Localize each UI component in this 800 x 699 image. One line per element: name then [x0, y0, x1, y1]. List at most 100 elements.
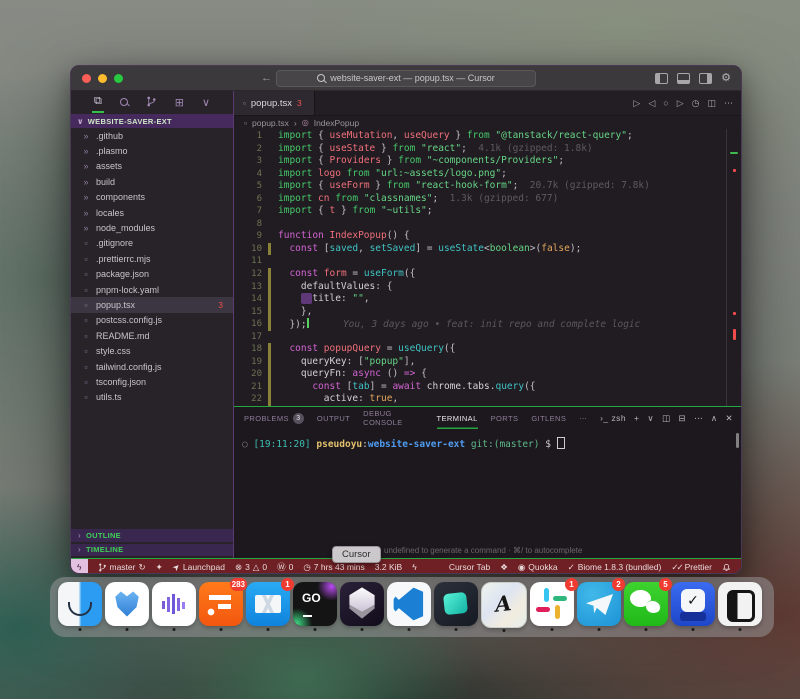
maximize-panel-icon[interactable]: ∧: [711, 413, 718, 424]
toggle-primary-sidebar-icon[interactable]: [655, 73, 668, 84]
file-tailwind.config.js[interactable]: ▫tailwind.config.js: [71, 359, 233, 374]
prev-change-icon[interactable]: ◁: [648, 98, 655, 109]
window-titlebar[interactable]: ← → website-saver-ext — popup.tsx — Curs…: [71, 66, 741, 91]
new-terminal-icon[interactable]: +: [634, 413, 639, 423]
line-number: 5: [234, 180, 268, 193]
outline-section[interactable]: › OUTLINE: [71, 529, 233, 542]
panel-tab-problems[interactable]: PROBLEMS3: [244, 407, 304, 429]
running-indicator: [739, 628, 742, 631]
command-center-search[interactable]: website-saver-ext — popup.tsx — Cursor: [276, 70, 536, 87]
file-.prettierrc.mjs[interactable]: ▫.prettierrc.mjs: [71, 251, 233, 266]
folder-locales[interactable]: »locales: [71, 205, 233, 220]
w-counter[interactable]: Ⓦ0: [277, 561, 293, 573]
close-button[interactable]: [82, 74, 91, 83]
dock-tasks-app[interactable]: [671, 582, 715, 626]
panel-more-icon[interactable]: ⋯: [694, 413, 703, 424]
file-popup.tsx[interactable]: ▫popup.tsx3: [71, 297, 233, 312]
dock-warp-terminal[interactable]: [434, 582, 478, 626]
time-tracked[interactable]: ◷7 hrs 43 mins: [303, 562, 364, 573]
panel-tab-terminal[interactable]: TERMINAL: [437, 407, 478, 429]
dock-slack[interactable]: 1: [530, 582, 574, 626]
biome[interactable]: ✓Biome 1.8.3 (bundled): [568, 562, 662, 573]
folder-node_modules[interactable]: »node_modules: [71, 220, 233, 235]
file-style.css[interactable]: ▫style.css: [71, 343, 233, 358]
dock-notes-app[interactable]: [718, 582, 762, 626]
dock-wechat[interactable]: 5: [624, 582, 668, 626]
shell-selector[interactable]: ›_zsh: [600, 413, 626, 423]
search-icon[interactable]: [118, 94, 130, 112]
dock-vscode[interactable]: [387, 582, 431, 626]
folder-assets[interactable]: »assets: [71, 159, 233, 174]
source-control-icon[interactable]: [144, 93, 159, 113]
code-editor[interactable]: 1import { useMutation, useQuery } from "…: [234, 129, 741, 406]
sidebar-spacer: [71, 405, 233, 529]
breadcrumb[interactable]: ▫ popup.tsx › ◎ IndexPopup: [234, 116, 741, 129]
terminal[interactable]: ○ [19:11:20] pseudoyu:website-saver-ext …: [234, 429, 741, 558]
minimize-button[interactable]: [98, 74, 107, 83]
terminal-dropdown-icon[interactable]: ∨: [647, 413, 654, 424]
dock-mail[interactable]: 1: [246, 582, 290, 626]
file-tsconfig.json[interactable]: ▫tsconfig.json: [71, 374, 233, 389]
record-icon[interactable]: ○: [663, 98, 668, 108]
file-size[interactable]: 3.2 KiB: [375, 562, 402, 572]
folder-build[interactable]: »build: [71, 174, 233, 189]
file-icon: ▫: [81, 300, 91, 310]
run-history-icon[interactable]: ◷: [692, 98, 700, 109]
prettier[interactable]: ✓✓Prettier: [671, 562, 712, 573]
dock-cursor[interactable]: [340, 582, 384, 626]
kill-terminal-icon[interactable]: ⊟: [678, 413, 686, 424]
panel-tab-ports[interactable]: PORTS: [491, 407, 519, 429]
problems-summary[interactable]: ⊗3△0: [235, 562, 267, 573]
panel-tab-debug-console[interactable]: DEBUG CONSOLE: [363, 407, 423, 429]
dock-finder[interactable]: [58, 582, 102, 626]
explorer-icon[interactable]: ⧉: [92, 92, 104, 113]
next-change-icon[interactable]: ▷: [677, 98, 684, 109]
line-number: 7: [234, 205, 268, 218]
run-button[interactable]: ▷: [633, 98, 640, 109]
dock-feed-reader[interactable]: 283: [199, 582, 243, 626]
panel-tab-output[interactable]: OUTPUT: [317, 407, 350, 429]
chevron-down-icon[interactable]: ∨: [200, 93, 212, 112]
panel-tab-label: TERMINAL: [437, 414, 478, 423]
folder-.plasmo[interactable]: ».plasmo: [71, 143, 233, 158]
more-actions-icon[interactable]: ⋯: [724, 98, 733, 109]
history-back-icon[interactable]: ←: [261, 72, 272, 84]
panel-tab-⋯[interactable]: ⋯: [579, 407, 587, 429]
file-README.md[interactable]: ▫README.md: [71, 328, 233, 343]
folder-.github[interactable]: ».github: [71, 128, 233, 143]
dock-telegram[interactable]: 2: [577, 582, 621, 626]
experiments[interactable]: ✦: [156, 562, 163, 573]
extensions-icon[interactable]: ⊞: [173, 93, 186, 112]
cursor-tab[interactable]: Cursor Tab: [449, 562, 490, 572]
launchpad[interactable]: ➤Launchpad: [173, 562, 225, 573]
dock-fox-browser[interactable]: [105, 582, 149, 626]
split-terminal-icon[interactable]: ◫: [662, 413, 670, 424]
settings-gear-icon[interactable]: ⚙: [721, 74, 731, 83]
toggle-panel-icon[interactable]: [677, 73, 690, 84]
explorer-project-header[interactable]: ∨ WEBSITE-SAVER-EXT: [71, 114, 233, 128]
extension-grid[interactable]: ❖: [500, 562, 508, 573]
panel-tab-gitlens[interactable]: GITLENS: [531, 407, 566, 429]
file-utils.ts[interactable]: ▫utils.ts: [71, 390, 233, 405]
file-package.json[interactable]: ▫package.json: [71, 267, 233, 282]
zoom-button[interactable]: [114, 74, 123, 83]
quokka[interactable]: ◉Quokka: [518, 562, 558, 573]
tab-popup-tsx[interactable]: ▫ popup.tsx 3: [234, 91, 315, 115]
dock-audio-app[interactable]: [152, 582, 196, 626]
dock-goland[interactable]: [293, 582, 337, 626]
file-postcss.config.js[interactable]: ▫postcss.config.js: [71, 313, 233, 328]
git-branch[interactable]: master↻: [98, 562, 146, 573]
terminal-scrollbar[interactable]: [736, 433, 739, 448]
timeline-section[interactable]: › TIMELINE: [71, 544, 233, 557]
dock-ai-assistant[interactable]: [481, 582, 527, 628]
file-.gitignore[interactable]: ▫.gitignore: [71, 236, 233, 251]
zap-tool[interactable]: ϟ: [412, 562, 417, 572]
close-panel-icon[interactable]: ✕: [725, 413, 733, 424]
folder-components[interactable]: »components: [71, 190, 233, 205]
notifications-bell[interactable]: [722, 563, 731, 572]
file-pnpm-lock.yaml[interactable]: ▫pnpm-lock.yaml: [71, 282, 233, 297]
split-editor-icon[interactable]: ◫: [707, 98, 716, 109]
overview-ruler[interactable]: [726, 129, 741, 406]
remote-indicator[interactable]: ϟ: [71, 559, 88, 574]
toggle-secondary-sidebar-icon[interactable]: [699, 73, 712, 84]
